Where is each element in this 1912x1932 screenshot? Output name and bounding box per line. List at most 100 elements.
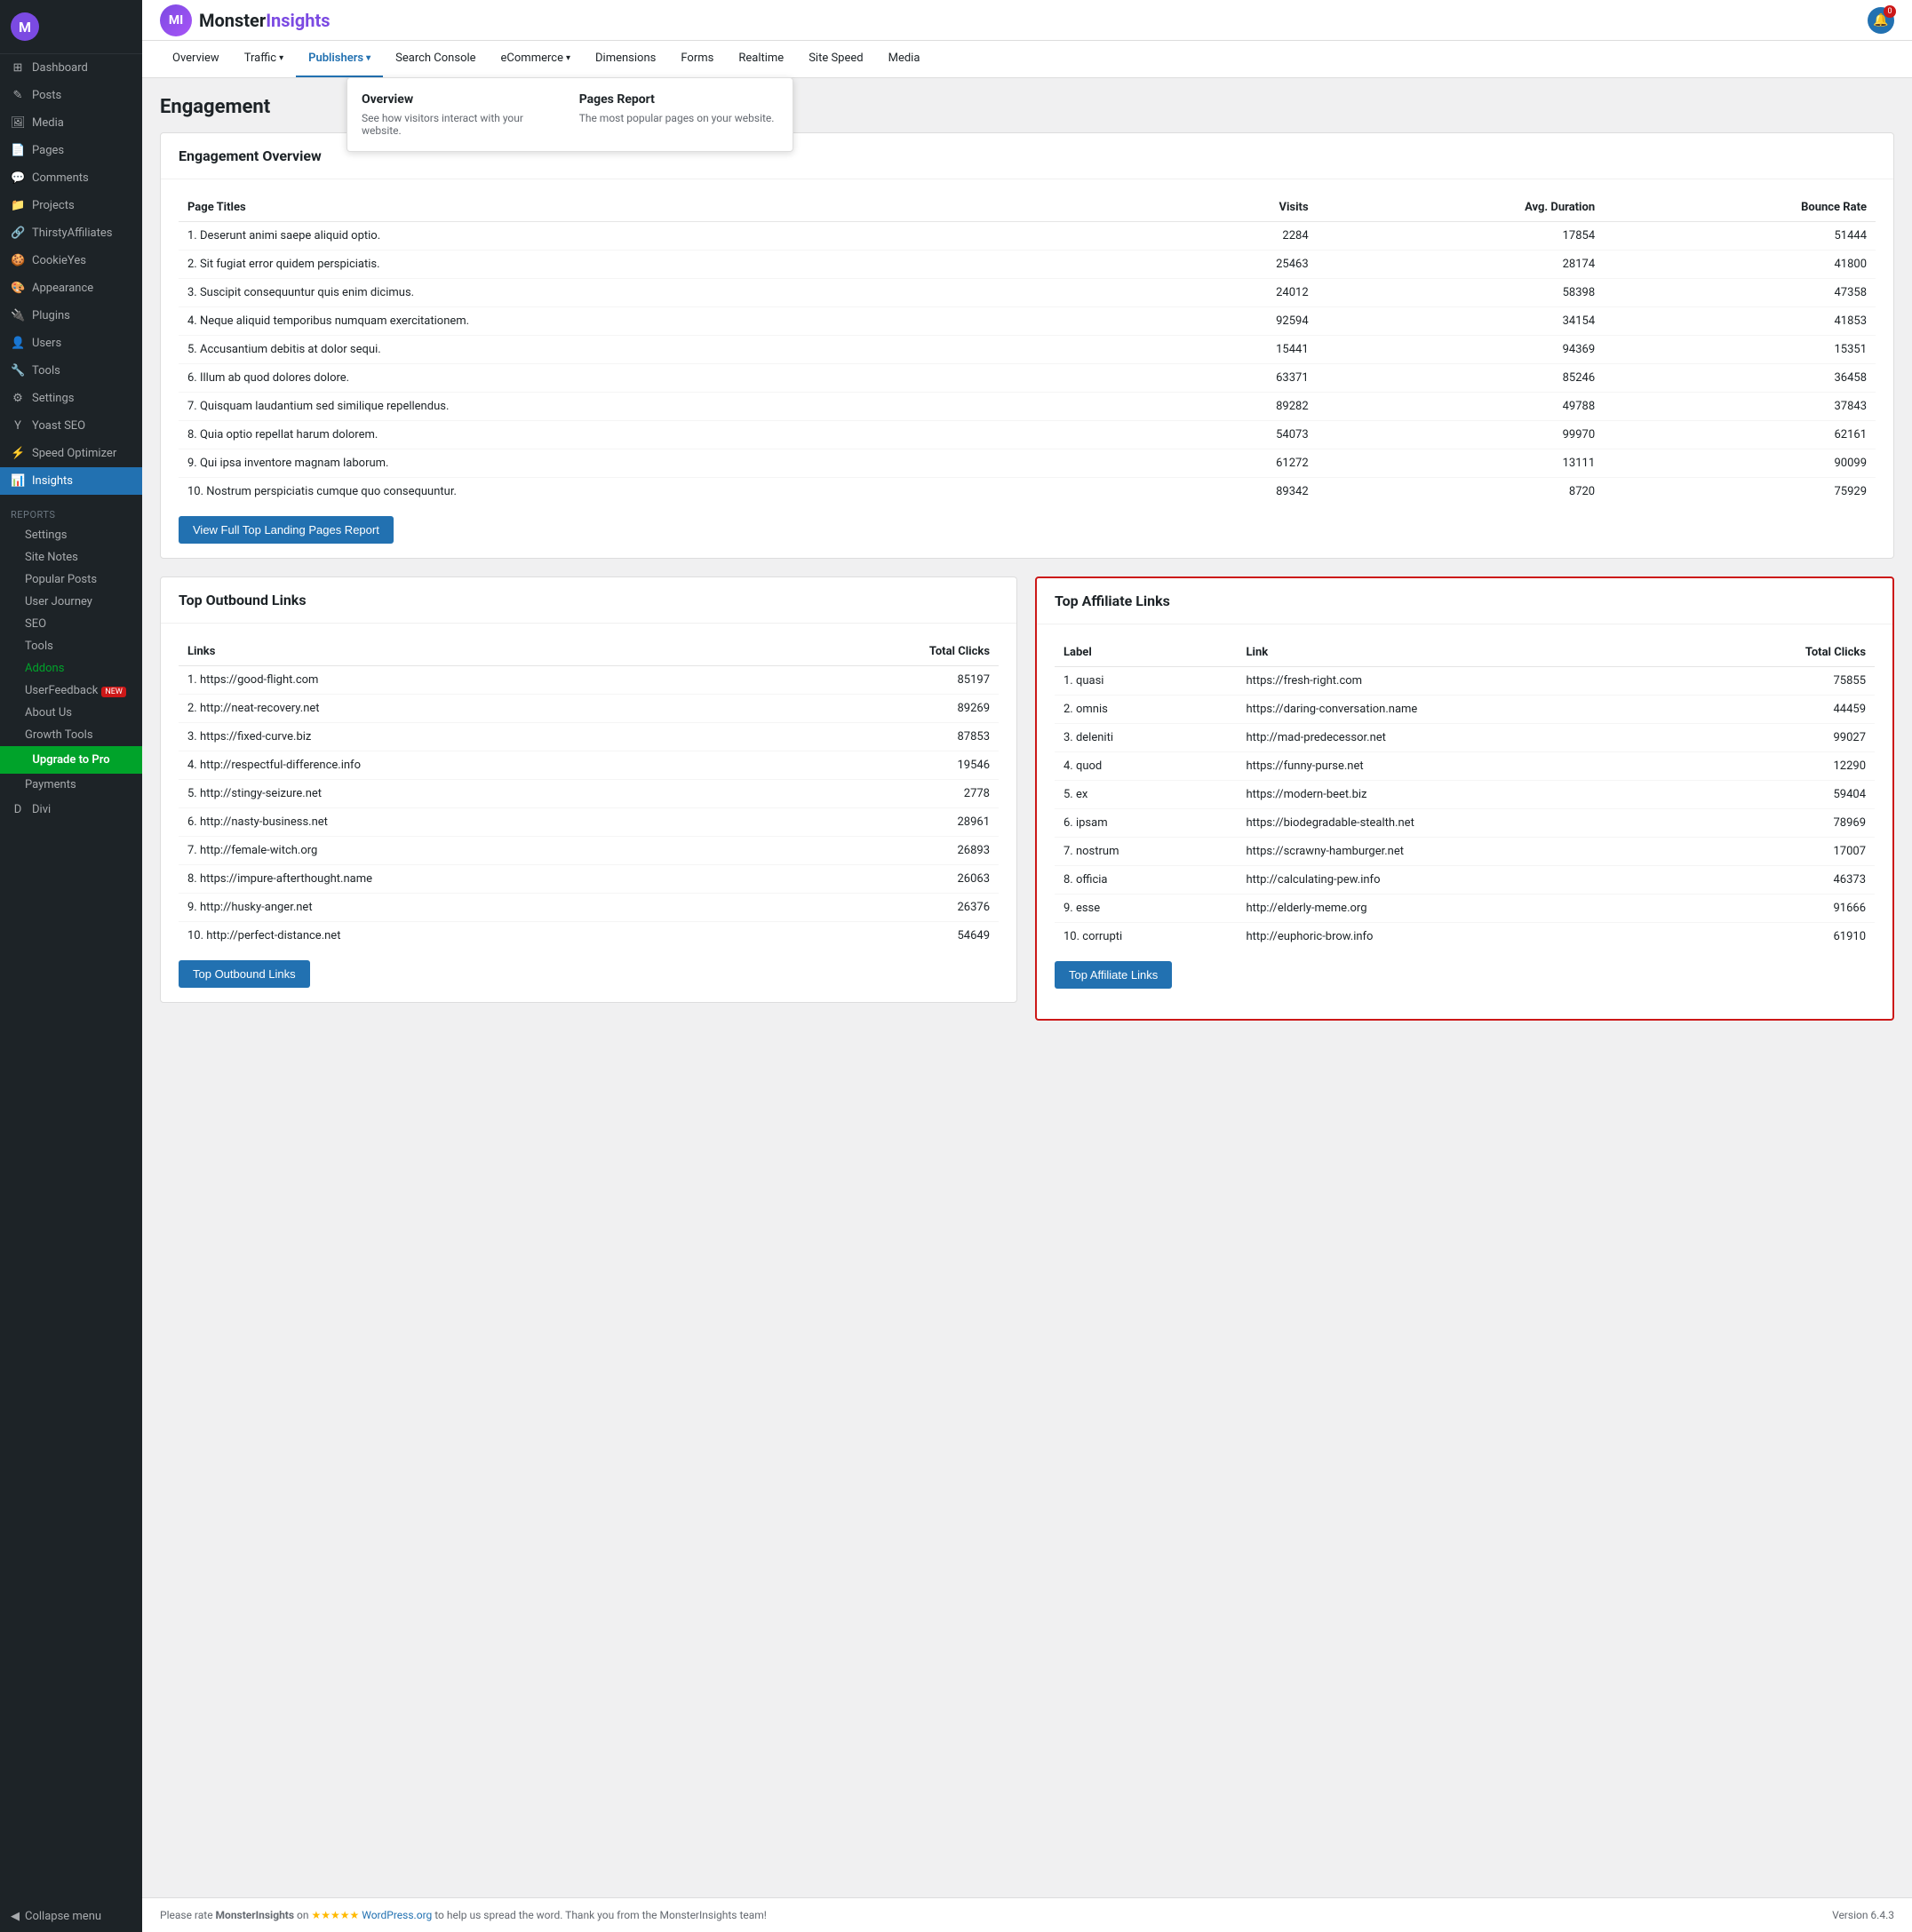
dropdown-overview-desc: See how visitors interact with your webs… (362, 112, 562, 137)
affiliate-link-url: https://fresh-right.com (1237, 667, 1687, 696)
col-avg-duration: Avg. Duration (1318, 194, 1604, 222)
sidebar-logo-icon: M (11, 12, 39, 41)
table-row: 10. Nostrum perspiciatis cumque quo cons… (179, 478, 1876, 506)
affiliate-clicks: 78969 (1688, 809, 1875, 838)
sidebar-item-speed[interactable]: ⚡ Speed Optimizer (0, 440, 142, 467)
tab-publishers[interactable]: Publishers ▾ (296, 41, 383, 77)
sidebar-item-divi[interactable]: D Divi (0, 796, 142, 823)
table-row: 7. http://female-witch.org 26893 (179, 837, 999, 865)
table-row: 6. Illum ab quod dolores dolore. 63371 8… (179, 364, 1876, 393)
affiliate-clicks: 75855 (1688, 667, 1875, 696)
landing-title: 3. Suscipit consequuntur quis enim dicim… (179, 279, 1154, 307)
affiliate-clicks: 44459 (1688, 696, 1875, 724)
tab-ecommerce[interactable]: eCommerce ▾ (489, 41, 583, 77)
footer-text: Please rate MonsterInsights on ★★★★★ Wor… (160, 1909, 767, 1921)
dropdown-pages-title: Pages Report (579, 92, 779, 107)
outbound-clicks: 89269 (770, 695, 999, 723)
sidebar-item-users[interactable]: 👤 Users (0, 330, 142, 357)
table-row: 4. Neque aliquid temporibus numquam exer… (179, 307, 1876, 336)
landing-visits: 15441 (1154, 336, 1318, 364)
sidebar-item-cookieyes[interactable]: 🍪 CookieYes (0, 247, 142, 274)
table-row: 6. http://nasty-business.net 28961 (179, 808, 999, 837)
sidebar-item-posts[interactable]: ✎ Posts (0, 82, 142, 109)
sidebar-sub-popular-posts[interactable]: Popular Posts (0, 568, 142, 591)
tab-dimensions[interactable]: Dimensions (583, 41, 668, 77)
landing-bounce-rate: 90099 (1604, 449, 1876, 478)
sidebar-item-plugins[interactable]: 🔌 Plugins (0, 302, 142, 330)
sidebar-sub-about-us[interactable]: About Us (0, 702, 142, 724)
yoast-icon: Y (11, 419, 25, 433)
users-icon: 👤 (11, 337, 25, 350)
table-row: 5. ex https://modern-beet.biz 59404 (1055, 781, 1875, 809)
sidebar-item-yoast[interactable]: Y Yoast SEO (0, 412, 142, 440)
sidebar-item-settings[interactable]: ⚙ Settings (0, 385, 142, 412)
sidebar-logo: M (0, 0, 142, 54)
outbound-col-clicks: Total Clicks (770, 638, 999, 666)
comments-icon: 💬 (11, 171, 25, 185)
affiliate-clicks: 61910 (1688, 923, 1875, 951)
footer-version: Version 6.4.3 (1832, 1909, 1894, 1921)
tab-media[interactable]: Media (876, 41, 933, 77)
affiliate-link-url: https://daring-conversation.name (1237, 696, 1687, 724)
sidebar-item-insights[interactable]: 📊 Insights (0, 467, 142, 495)
dashboard-icon: ⊞ (11, 61, 25, 75)
sidebar-item-media[interactable]: 🖼 Media (0, 109, 142, 137)
tab-search-console[interactable]: Search Console (383, 41, 488, 77)
nav-tabs: Overview Traffic ▾ Publishers ▾ Search C… (142, 41, 1912, 78)
sidebar-sub-growth-tools[interactable]: Growth Tools (0, 724, 142, 746)
tab-traffic[interactable]: Traffic ▾ (232, 41, 296, 77)
tab-forms[interactable]: Forms (668, 41, 726, 77)
notification-button[interactable]: 🔔 0 (1868, 7, 1894, 34)
footer-stars: ★★★★★ (311, 1909, 359, 1921)
tab-realtime[interactable]: Realtime (726, 41, 796, 77)
brand-black: Monster (199, 10, 266, 31)
sidebar-item-thirsty[interactable]: 🔗 ThirstyAffiliates (0, 219, 142, 247)
sidebar-sub-site-notes[interactable]: Site Notes (0, 546, 142, 568)
collapse-menu-button[interactable]: ◀ Collapse menu (0, 1901, 142, 1932)
dropdown-col-overview[interactable]: Overview See how visitors interact with … (362, 92, 562, 137)
traffic-arrow: ▾ (279, 53, 283, 63)
top-outbound-links-button[interactable]: Top Outbound Links (179, 960, 310, 988)
new-badge: NEW (101, 687, 126, 697)
affiliate-label: 8. officia (1055, 866, 1237, 894)
sidebar-item-projects[interactable]: 📁 Projects (0, 192, 142, 219)
sidebar-item-tools[interactable]: 🔧 Tools (0, 357, 142, 385)
landing-title: 5. Accusantium debitis at dolor sequi. (179, 336, 1154, 364)
sidebar-item-comments[interactable]: 💬 Comments (0, 164, 142, 192)
landing-avg-duration: 13111 (1318, 449, 1604, 478)
divi-icon: D (11, 803, 25, 816)
landing-visits: 89282 (1154, 393, 1318, 421)
sidebar-sub-settings[interactable]: Settings (0, 524, 142, 546)
affiliate-clicks: 91666 (1688, 894, 1875, 923)
sidebar-sub-payments[interactable]: Payments (0, 774, 142, 796)
sidebar-item-pages[interactable]: 📄 Pages (0, 137, 142, 164)
sidebar-sub-user-journey[interactable]: User Journey (0, 591, 142, 613)
upgrade-to-pro-button[interactable]: Upgrade to Pro (0, 746, 142, 774)
sidebar-item-appearance[interactable]: 🎨 Appearance (0, 274, 142, 302)
sidebar-sub-seo[interactable]: SEO (0, 613, 142, 635)
affiliate-label: 7. nostrum (1055, 838, 1237, 866)
tab-site-speed[interactable]: Site Speed (796, 41, 875, 77)
table-row: 6. ipsam https://biodegradable-stealth.n… (1055, 809, 1875, 838)
affiliate-table: Label Link Total Clicks 1. quasi https:/… (1055, 639, 1875, 950)
affiliate-label: 1. quasi (1055, 667, 1237, 696)
insights-icon: 📊 (11, 474, 25, 488)
footer-wordpress-link[interactable]: WordPress.org (362, 1909, 432, 1921)
dropdown-col-pages[interactable]: Pages Report The most popular pages on y… (579, 92, 779, 137)
posts-icon: ✎ (11, 89, 25, 102)
view-full-report-button[interactable]: View Full Top Landing Pages Report (179, 516, 394, 544)
landing-avg-duration: 34154 (1318, 307, 1604, 336)
table-row: 10. corrupti http://euphoric-brow.info 6… (1055, 923, 1875, 951)
bottom-two-col: Top Outbound Links Links Total Clicks 1.… (160, 576, 1894, 1021)
outbound-link: 5. http://stingy-seizure.net (179, 780, 770, 808)
footer: Please rate MonsterInsights on ★★★★★ Wor… (142, 1897, 1912, 1932)
outbound-clicks: 19546 (770, 751, 999, 780)
top-affiliate-links-button[interactable]: Top Affiliate Links (1055, 961, 1172, 989)
sidebar-item-dashboard[interactable]: ⊞ Dashboard (0, 54, 142, 82)
sidebar-sub-tools[interactable]: Tools (0, 635, 142, 657)
topbar-brand: MonsterInsights (199, 10, 330, 31)
main-content: MI MonsterInsights 🔔 0 Overview Traffic … (142, 0, 1912, 1932)
sidebar-sub-addons[interactable]: Addons (0, 657, 142, 680)
tab-overview[interactable]: Overview (160, 41, 232, 77)
sidebar-sub-userfeedback[interactable]: UserFeedbackNEW (0, 680, 142, 702)
